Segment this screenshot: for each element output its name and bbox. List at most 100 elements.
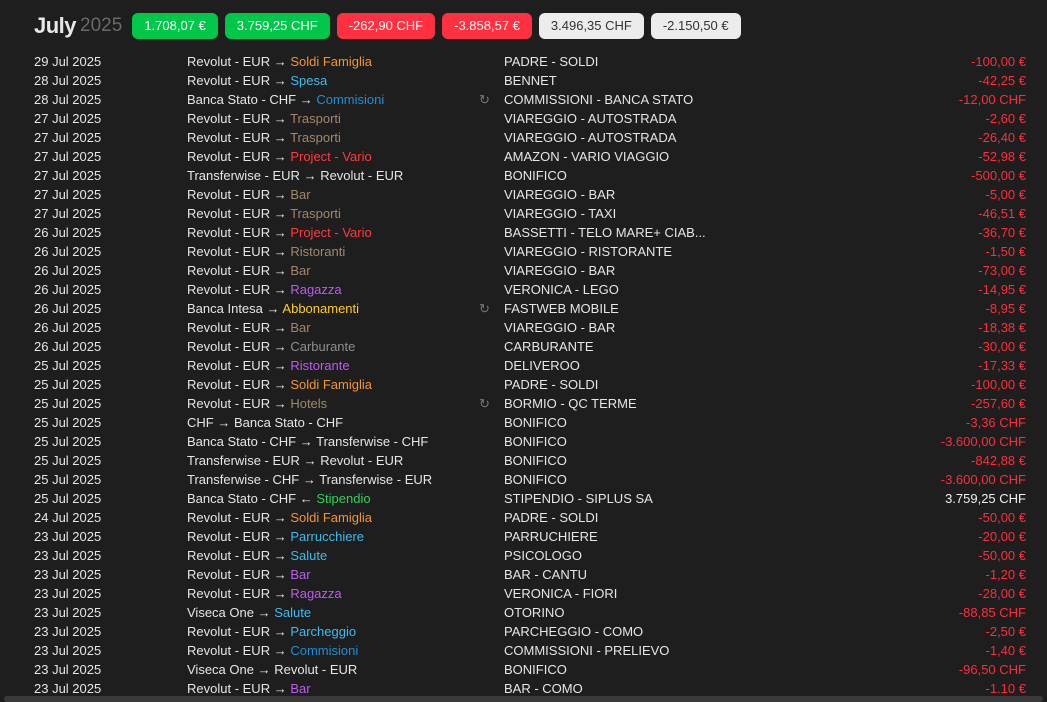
transaction-amount: -8,95 € [985, 301, 1026, 316]
transaction-amount: -1,40 € [985, 643, 1026, 658]
transaction-row[interactable]: 25 Jul 2025 Banca Stato - CHF ← Stipendio… [0, 489, 1047, 508]
transaction-description: PADRE - SOLDI [504, 377, 599, 392]
category-label: Bar [290, 681, 311, 696]
transaction-row[interactable]: 24 Jul 2025 Revolut - EUR → Soldi Famigli… [0, 508, 1047, 527]
transaction-row[interactable]: 23 Jul 2025 Revolut - EUR → Salute PSICOLO… [0, 546, 1047, 565]
transaction-description: DELIVEROO [504, 358, 580, 373]
transaction-row[interactable]: 27 Jul 2025 Revolut - EUR → Project - Var… [0, 147, 1047, 166]
transaction-description: VERONICA - LEGO [504, 282, 619, 297]
transaction-row[interactable]: 23 Jul 2025 Revolut - EUR → Ragazza VERONI… [0, 584, 1047, 603]
transaction-accounts: Revolut - EUR → Salute [187, 546, 327, 565]
arrow-icon: → [273, 358, 287, 373]
transaction-amount: -1,50 € [985, 244, 1026, 259]
category-label: Commisioni [316, 92, 385, 107]
source-account: Banca Intesa [187, 301, 263, 316]
transaction-row[interactable]: 27 Jul 2025 Revolut - EUR → Trasporti VIAR… [0, 204, 1047, 223]
summary-pill-red[interactable]: -3.858,57 € [442, 13, 532, 39]
transaction-row[interactable]: 25 Jul 2025 Banca Stato - CHF → Transferw… [0, 432, 1047, 451]
transaction-date: 26 Jul 2025 [34, 244, 102, 259]
transaction-row[interactable]: 25 Jul 2025 Revolut - EUR → Ristorante DEL… [0, 356, 1047, 375]
transaction-row[interactable]: 23 Jul 2025 Revolut - EUR → Bar BAR - CANT… [0, 565, 1047, 584]
horizontal-scrollbar[interactable] [4, 696, 1043, 702]
category-label: Bar [290, 320, 311, 335]
transaction-date: 26 Jul 2025 [34, 263, 102, 278]
transaction-amount: -52,98 € [978, 149, 1026, 164]
transaction-row[interactable]: 25 Jul 2025 Transferwise - EUR → Revolut … [0, 451, 1047, 470]
transaction-row[interactable]: 27 Jul 2025 Revolut - EUR → Trasporti VIAR… [0, 128, 1047, 147]
transaction-row[interactable]: 23 Jul 2025 Revolut - EUR → Parcheggio PAR… [0, 622, 1047, 641]
transaction-row[interactable]: 25 Jul 2025 Revolut - EUR → Hotels ↻ BORMIO… [0, 394, 1047, 413]
transaction-row[interactable]: 25 Jul 2025 Transferwise - CHF → Transfer… [0, 470, 1047, 489]
transaction-amount: -100,00 € [971, 54, 1026, 69]
transaction-description: BONIFICO [504, 662, 567, 677]
source-account: Revolut - EUR [187, 510, 271, 525]
transaction-row[interactable]: 23 Jul 2025 Revolut - EUR → Commisioni COM… [0, 641, 1047, 660]
transaction-date: 23 Jul 2025 [34, 586, 102, 601]
transaction-date: 23 Jul 2025 [34, 662, 102, 677]
arrow-icon: → [266, 301, 280, 316]
source-account: Viseca One [187, 662, 254, 677]
transaction-accounts: Banca Stato - CHF ← Stipendio [187, 489, 371, 508]
transaction-row[interactable]: 26 Jul 2025 Banca Intesa → Abbonamenti ↻ FA… [0, 299, 1047, 318]
summary-pill-green[interactable]: 3.759,25 CHF [224, 13, 330, 39]
category-label: Transferwise - CHF [316, 434, 429, 449]
transaction-row[interactable]: 26 Jul 2025 Revolut - EUR → Ristoranti VIA… [0, 242, 1047, 261]
transaction-row[interactable]: 25 Jul 2025 Revolut - EUR → Soldi Famigli… [0, 375, 1047, 394]
transaction-row[interactable]: 26 Jul 2025 Revolut - EUR → Bar VIAREGGIO … [0, 261, 1047, 280]
arrow-icon: → [273, 130, 287, 145]
arrow-icon: → [257, 605, 271, 620]
transaction-description: COMMISSIONI - BANCA STATO [504, 92, 694, 107]
summary-pill-neutral[interactable]: 3.496,35 CHF [538, 13, 644, 39]
arrow-icon: → [273, 510, 287, 525]
category-label: Revolut - EUR [320, 168, 404, 183]
transaction-amount: -20,00 € [978, 529, 1026, 544]
transaction-row[interactable]: 26 Jul 2025 Revolut - EUR → Bar VIAREGGIO … [0, 318, 1047, 337]
transaction-row[interactable]: 26 Jul 2025 Revolut - EUR → Carburante CAR… [0, 337, 1047, 356]
transaction-amount: -3.600,00 CHF [940, 434, 1026, 449]
summary-pill-red[interactable]: -262,90 CHF [336, 13, 436, 39]
arrow-icon: → [273, 54, 287, 69]
transaction-row[interactable]: 26 Jul 2025 Revolut - EUR → Project - Var… [0, 223, 1047, 242]
transaction-accounts: Revolut - EUR → Soldi Famiglia [187, 375, 372, 394]
source-account: Revolut - EUR [187, 320, 271, 335]
transaction-row[interactable]: 27 Jul 2025 Revolut - EUR → Bar VIAREGGIO … [0, 185, 1047, 204]
transaction-row[interactable]: 27 Jul 2025 Transferwise - EUR → Revolut … [0, 166, 1047, 185]
arrow-icon: → [273, 377, 287, 392]
transaction-date: 26 Jul 2025 [34, 282, 102, 297]
category-label: Banca Stato - CHF [233, 415, 344, 430]
transaction-row[interactable]: 25 Jul 2025 CHF → Banca Stato - CHF BONIFI… [0, 413, 1047, 432]
transaction-date: 26 Jul 2025 [34, 320, 102, 335]
summary-pill-green[interactable]: 1.708,07 € [132, 13, 218, 39]
transaction-row[interactable]: 28 Jul 2025 Revolut - EUR → Spesa BENNET -4… [0, 71, 1047, 90]
source-account: Revolut - EUR [187, 377, 271, 392]
transaction-row[interactable]: 29 Jul 2025 Revolut - EUR → Soldi Famigli… [0, 52, 1047, 71]
transaction-accounts: Revolut - EUR → Parcheggio [187, 622, 356, 641]
transaction-amount: -3.600,00 CHF [940, 472, 1026, 487]
transaction-row[interactable]: 26 Jul 2025 Revolut - EUR → Ragazza VERONI… [0, 280, 1047, 299]
source-account: Transferwise - EUR [187, 453, 300, 468]
category-label: Project - Vario [290, 225, 372, 240]
transaction-date: 26 Jul 2025 [34, 301, 102, 316]
transaction-date: 27 Jul 2025 [34, 168, 102, 183]
transaction-description: VIAREGGIO - BAR [504, 263, 616, 278]
transaction-row[interactable]: 28 Jul 2025 Banca Stato - CHF → Commision… [0, 90, 1047, 109]
transaction-amount: -3,36 CHF [966, 415, 1026, 430]
arrow-icon: → [273, 282, 287, 297]
transaction-accounts: Revolut - EUR → Bar [187, 565, 311, 584]
transaction-amount: -1,20 € [985, 567, 1026, 582]
transaction-accounts: CHF → Banca Stato - CHF [187, 413, 343, 432]
transaction-accounts: Revolut - EUR → Ragazza [187, 280, 342, 299]
transaction-row[interactable]: 23 Jul 2025 Viseca One → Revolut - EUR BON… [0, 660, 1047, 679]
summary-pill-neutral[interactable]: -2.150,50 € [650, 13, 741, 39]
transaction-amount: -42,25 € [978, 73, 1026, 88]
transaction-row[interactable]: 23 Jul 2025 Revolut - EUR → Parrucchiere P… [0, 527, 1047, 546]
transaction-accounts: Revolut - EUR → Soldi Famiglia [187, 508, 372, 527]
transaction-row[interactable]: 23 Jul 2025 Viseca One → Salute OTORINO -88… [0, 603, 1047, 622]
category-label: Project - Vario [290, 149, 372, 164]
transaction-date: 23 Jul 2025 [34, 624, 102, 639]
arrow-icon: → [273, 339, 287, 354]
arrow-icon: → [273, 111, 287, 126]
transaction-amount: -50,00 € [978, 548, 1026, 563]
transaction-accounts: Banca Intesa → Abbonamenti [187, 299, 359, 318]
transaction-row[interactable]: 27 Jul 2025 Revolut - EUR → Trasporti VIAR… [0, 109, 1047, 128]
